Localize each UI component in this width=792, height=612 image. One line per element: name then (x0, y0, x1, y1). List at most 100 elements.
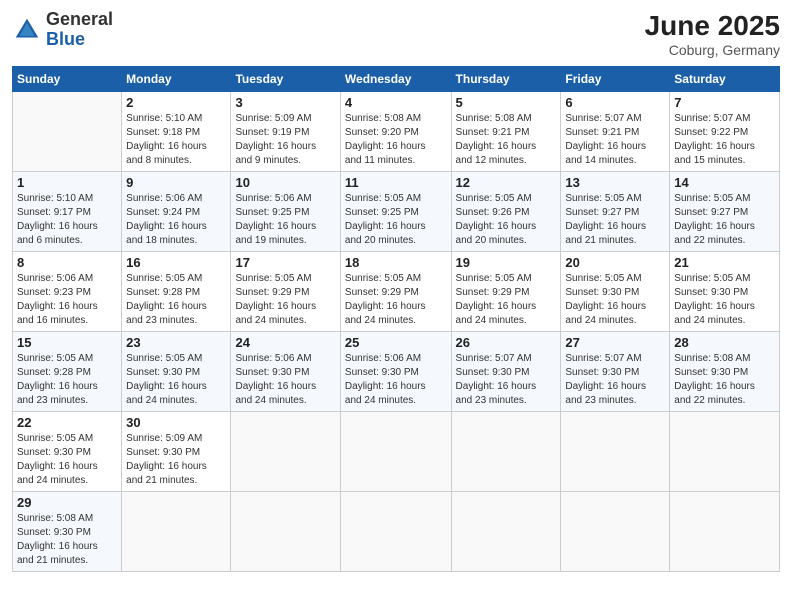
day-number: 3 (235, 95, 335, 110)
day-number: 5 (456, 95, 557, 110)
day-info: Sunrise: 5:06 AM Sunset: 9:24 PM Dayligh… (126, 192, 226, 248)
calendar-table: SundayMondayTuesdayWednesdayThursdayFrid… (12, 66, 780, 572)
day-number: 25 (345, 335, 447, 350)
header: General Blue June 2025 Coburg, Germany (12, 10, 780, 58)
calendar-cell: 25Sunrise: 5:06 AM Sunset: 9:30 PM Dayli… (340, 332, 451, 412)
day-number: 14 (674, 175, 775, 190)
calendar-row: 15 Sunrise: 5:05 AM Sunset: 9:28 PM Dayli… (13, 332, 780, 412)
day-info: Sunrise: 5:10 AM Sunset: 9:18 PM Dayligh… (126, 112, 226, 168)
calendar-cell: 17 Sunrise: 5:05 AM Sunset: 9:29 PM Dayli… (231, 252, 340, 332)
day-info: Sunrise: 5:10 AM Sunset: 9:17 PM Dayligh… (17, 192, 117, 248)
day-number: 28 (674, 335, 775, 350)
calendar-cell: 23Sunrise: 5:05 AM Sunset: 9:30 PM Dayli… (122, 332, 231, 412)
day-number: 7 (674, 95, 775, 110)
day-number: 12 (456, 175, 557, 190)
day-header-sunday: Sunday (13, 67, 122, 92)
calendar-cell: 29 Sunrise: 5:08 AM Sunset: 9:30 PM Dayli… (13, 492, 122, 572)
calendar-header-row: SundayMondayTuesdayWednesdayThursdayFrid… (13, 67, 780, 92)
day-number: 15 (17, 335, 117, 350)
day-info: Sunrise: 5:06 AM Sunset: 9:25 PM Dayligh… (235, 192, 335, 248)
day-info: Sunrise: 5:09 AM Sunset: 9:19 PM Dayligh… (235, 112, 335, 168)
day-info: Sunrise: 5:09 AM Sunset: 9:30 PM Dayligh… (126, 432, 226, 488)
day-number: 9 (126, 175, 226, 190)
calendar-row: 8 Sunrise: 5:06 AM Sunset: 9:23 PM Daylig… (13, 252, 780, 332)
calendar-cell: 13 Sunrise: 5:05 AM Sunset: 9:27 PM Dayli… (561, 172, 670, 252)
calendar-cell (231, 492, 340, 572)
logo-blue: Blue (46, 29, 85, 49)
calendar-row: 29 Sunrise: 5:08 AM Sunset: 9:30 PM Dayli… (13, 492, 780, 572)
day-number: 8 (17, 255, 117, 270)
day-info: Sunrise: 5:07 AM Sunset: 9:30 PM Dayligh… (456, 352, 557, 408)
day-info: Sunrise: 5:05 AM Sunset: 9:29 PM Dayligh… (235, 272, 335, 328)
calendar-cell: 6 Sunrise: 5:07 AM Sunset: 9:21 PM Daylig… (561, 92, 670, 172)
day-number: 30 (126, 415, 226, 430)
calendar-cell: 15 Sunrise: 5:05 AM Sunset: 9:28 PM Dayli… (13, 332, 122, 412)
day-number: 13 (565, 175, 665, 190)
day-number: 16 (126, 255, 226, 270)
day-info: Sunrise: 5:07 AM Sunset: 9:21 PM Dayligh… (565, 112, 665, 168)
day-number: 18 (345, 255, 447, 270)
calendar-cell: 14 Sunrise: 5:05 AM Sunset: 9:27 PM Dayli… (670, 172, 780, 252)
calendar-cell (561, 412, 670, 492)
day-header-friday: Friday (561, 67, 670, 92)
day-info: Sunrise: 5:05 AM Sunset: 9:29 PM Dayligh… (456, 272, 557, 328)
logo-text: General Blue (46, 10, 113, 50)
day-number: 27 (565, 335, 665, 350)
calendar-cell: 18 Sunrise: 5:05 AM Sunset: 9:29 PM Dayli… (340, 252, 451, 332)
day-info: Sunrise: 5:05 AM Sunset: 9:27 PM Dayligh… (565, 192, 665, 248)
day-number: 4 (345, 95, 447, 110)
calendar-cell: 1 Sunrise: 5:10 AM Sunset: 9:17 PM Daylig… (13, 172, 122, 252)
day-header-saturday: Saturday (670, 67, 780, 92)
calendar-cell: 9 Sunrise: 5:06 AM Sunset: 9:24 PM Daylig… (122, 172, 231, 252)
calendar-cell: 2Sunrise: 5:10 AM Sunset: 9:18 PM Daylig… (122, 92, 231, 172)
day-header-tuesday: Tuesday (231, 67, 340, 92)
calendar-cell (561, 492, 670, 572)
calendar-cell: 12Sunrise: 5:05 AM Sunset: 9:26 PM Dayli… (451, 172, 561, 252)
month-title: June 2025 (645, 10, 780, 42)
day-info: Sunrise: 5:05 AM Sunset: 9:30 PM Dayligh… (674, 272, 775, 328)
day-info: Sunrise: 5:05 AM Sunset: 9:29 PM Dayligh… (345, 272, 447, 328)
day-info: Sunrise: 5:08 AM Sunset: 9:30 PM Dayligh… (17, 512, 117, 568)
day-number: 17 (235, 255, 335, 270)
calendar-cell: 30 Sunrise: 5:09 AM Sunset: 9:30 PM Dayli… (122, 412, 231, 492)
calendar-cell: 16 Sunrise: 5:05 AM Sunset: 9:28 PM Dayli… (122, 252, 231, 332)
day-number: 26 (456, 335, 557, 350)
calendar-cell (13, 92, 122, 172)
day-number: 1 (17, 175, 117, 190)
day-header-thursday: Thursday (451, 67, 561, 92)
day-info: Sunrise: 5:05 AM Sunset: 9:30 PM Dayligh… (565, 272, 665, 328)
day-number: 29 (17, 495, 117, 510)
calendar-cell (340, 492, 451, 572)
calendar-cell: 11Sunrise: 5:05 AM Sunset: 9:25 PM Dayli… (340, 172, 451, 252)
day-info: Sunrise: 5:06 AM Sunset: 9:23 PM Dayligh… (17, 272, 117, 328)
calendar-row: 22 Sunrise: 5:05 AM Sunset: 9:30 PM Dayli… (13, 412, 780, 492)
day-header-monday: Monday (122, 67, 231, 92)
calendar-cell: 10 Sunrise: 5:06 AM Sunset: 9:25 PM Dayli… (231, 172, 340, 252)
day-header-wednesday: Wednesday (340, 67, 451, 92)
day-number: 22 (17, 415, 117, 430)
day-info: Sunrise: 5:07 AM Sunset: 9:30 PM Dayligh… (565, 352, 665, 408)
day-info: Sunrise: 5:05 AM Sunset: 9:30 PM Dayligh… (17, 432, 117, 488)
day-info: Sunrise: 5:05 AM Sunset: 9:27 PM Dayligh… (674, 192, 775, 248)
logo-icon (12, 15, 42, 45)
day-number: 24 (235, 335, 335, 350)
calendar-cell: 24Sunrise: 5:06 AM Sunset: 9:30 PM Dayli… (231, 332, 340, 412)
calendar-cell (231, 412, 340, 492)
calendar-cell: 4Sunrise: 5:08 AM Sunset: 9:20 PM Daylig… (340, 92, 451, 172)
calendar-cell: 19Sunrise: 5:05 AM Sunset: 9:29 PM Dayli… (451, 252, 561, 332)
location: Coburg, Germany (645, 42, 780, 58)
calendar-cell: 7Sunrise: 5:07 AM Sunset: 9:22 PM Daylig… (670, 92, 780, 172)
day-info: Sunrise: 5:05 AM Sunset: 9:28 PM Dayligh… (126, 272, 226, 328)
calendar-cell: 27 Sunrise: 5:07 AM Sunset: 9:30 PM Dayli… (561, 332, 670, 412)
day-number: 6 (565, 95, 665, 110)
calendar-cell (340, 412, 451, 492)
day-number: 23 (126, 335, 226, 350)
calendar-cell (451, 492, 561, 572)
calendar-cell: 21Sunrise: 5:05 AM Sunset: 9:30 PM Dayli… (670, 252, 780, 332)
calendar-cell: 20Sunrise: 5:05 AM Sunset: 9:30 PM Dayli… (561, 252, 670, 332)
day-info: Sunrise: 5:08 AM Sunset: 9:21 PM Dayligh… (456, 112, 557, 168)
calendar-cell (670, 492, 780, 572)
calendar-cell (451, 412, 561, 492)
day-info: Sunrise: 5:05 AM Sunset: 9:28 PM Dayligh… (17, 352, 117, 408)
day-number: 10 (235, 175, 335, 190)
